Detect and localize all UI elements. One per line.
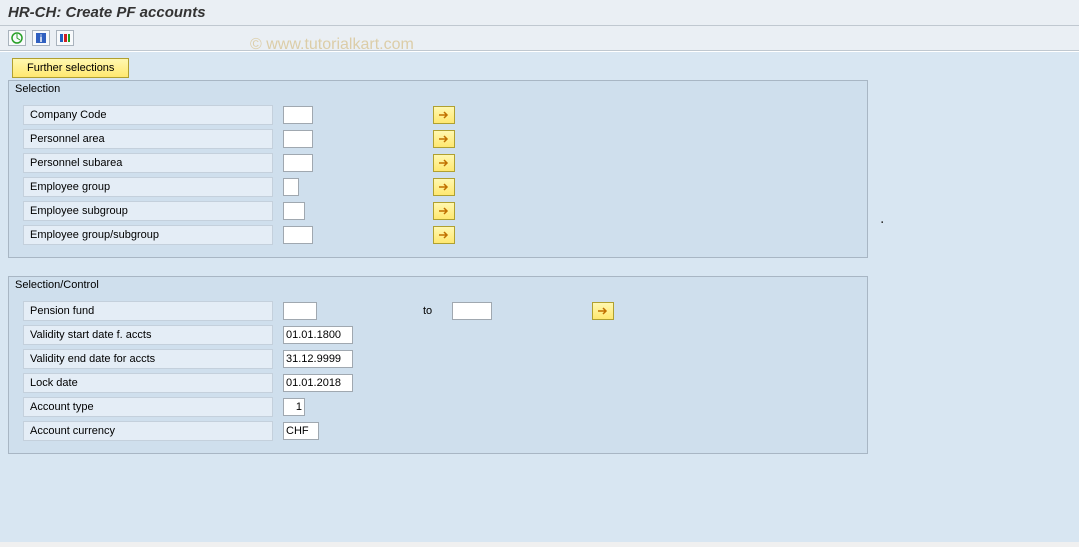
input-employee-group-subgroup[interactable]: [283, 226, 313, 244]
info-icon[interactable]: i: [32, 30, 50, 46]
multiselect-pension-fund[interactable]: [592, 302, 614, 320]
list-icon[interactable]: [56, 30, 74, 46]
input-company-code[interactable]: [283, 106, 313, 124]
label-employee-group-subgroup: Employee group/subgroup: [23, 225, 273, 245]
label-validity-start: Validity start date f. accts: [23, 325, 273, 345]
execute-icon[interactable]: [8, 30, 26, 46]
main-area: Further selections Selection Company Cod…: [0, 51, 1079, 542]
row-personnel-area: Personnel area: [13, 129, 863, 149]
label-pension-fund: Pension fund: [23, 301, 273, 321]
row-account-currency: Account currency: [13, 421, 863, 441]
row-validity-end: Validity end date for accts: [13, 349, 863, 369]
input-account-currency[interactable]: [283, 422, 319, 440]
row-employee-group-subgroup: Employee group/subgroup: [13, 225, 863, 245]
group-selection-control: Selection/Control Pension fund to Validi…: [8, 276, 868, 454]
further-selections-button[interactable]: Further selections: [12, 58, 129, 78]
multiselect-employee-group[interactable]: [433, 178, 455, 196]
label-to: to: [423, 305, 432, 317]
input-personnel-area[interactable]: [283, 130, 313, 148]
label-employee-group: Employee group: [23, 177, 273, 197]
input-lock-date[interactable]: [283, 374, 353, 392]
page-title: HR-CH: Create PF accounts: [0, 0, 1079, 26]
input-pension-fund-from[interactable]: [283, 302, 317, 320]
label-employee-subgroup: Employee subgroup: [23, 201, 273, 221]
row-pension-fund: Pension fund to: [13, 301, 863, 321]
multiselect-company-code[interactable]: [433, 106, 455, 124]
input-validity-end[interactable]: [283, 350, 353, 368]
row-validity-start: Validity start date f. accts: [13, 325, 863, 345]
input-employee-subgroup[interactable]: [283, 202, 305, 220]
multiselect-employee-subgroup[interactable]: [433, 202, 455, 220]
row-account-type: Account type: [13, 397, 863, 417]
row-employee-subgroup: Employee subgroup: [13, 201, 863, 221]
input-validity-start[interactable]: [283, 326, 353, 344]
row-employee-group: Employee group: [13, 177, 863, 197]
label-validity-end: Validity end date for accts: [23, 349, 273, 369]
multiselect-personnel-subarea[interactable]: [433, 154, 455, 172]
input-pension-fund-to[interactable]: [452, 302, 492, 320]
input-personnel-subarea[interactable]: [283, 154, 313, 172]
row-company-code: Company Code: [13, 105, 863, 125]
input-employee-group[interactable]: [283, 178, 299, 196]
label-lock-date: Lock date: [23, 373, 273, 393]
input-account-type[interactable]: [283, 398, 305, 416]
group-selection-control-title: Selection/Control: [9, 277, 867, 295]
label-personnel-area: Personnel area: [23, 129, 273, 149]
decorative-dot: .: [880, 210, 884, 228]
row-personnel-subarea: Personnel subarea: [13, 153, 863, 173]
label-account-currency: Account currency: [23, 421, 273, 441]
multiselect-employee-group-subgroup[interactable]: [433, 226, 455, 244]
multiselect-personnel-area[interactable]: [433, 130, 455, 148]
group-selection: Selection Company Code Personnel area P: [8, 80, 868, 258]
group-selection-title: Selection: [9, 81, 867, 99]
label-personnel-subarea: Personnel subarea: [23, 153, 273, 173]
svg-text:i: i: [40, 34, 43, 44]
row-lock-date: Lock date: [13, 373, 863, 393]
label-account-type: Account type: [23, 397, 273, 417]
label-company-code: Company Code: [23, 105, 273, 125]
toolbar: i: [0, 26, 1079, 51]
